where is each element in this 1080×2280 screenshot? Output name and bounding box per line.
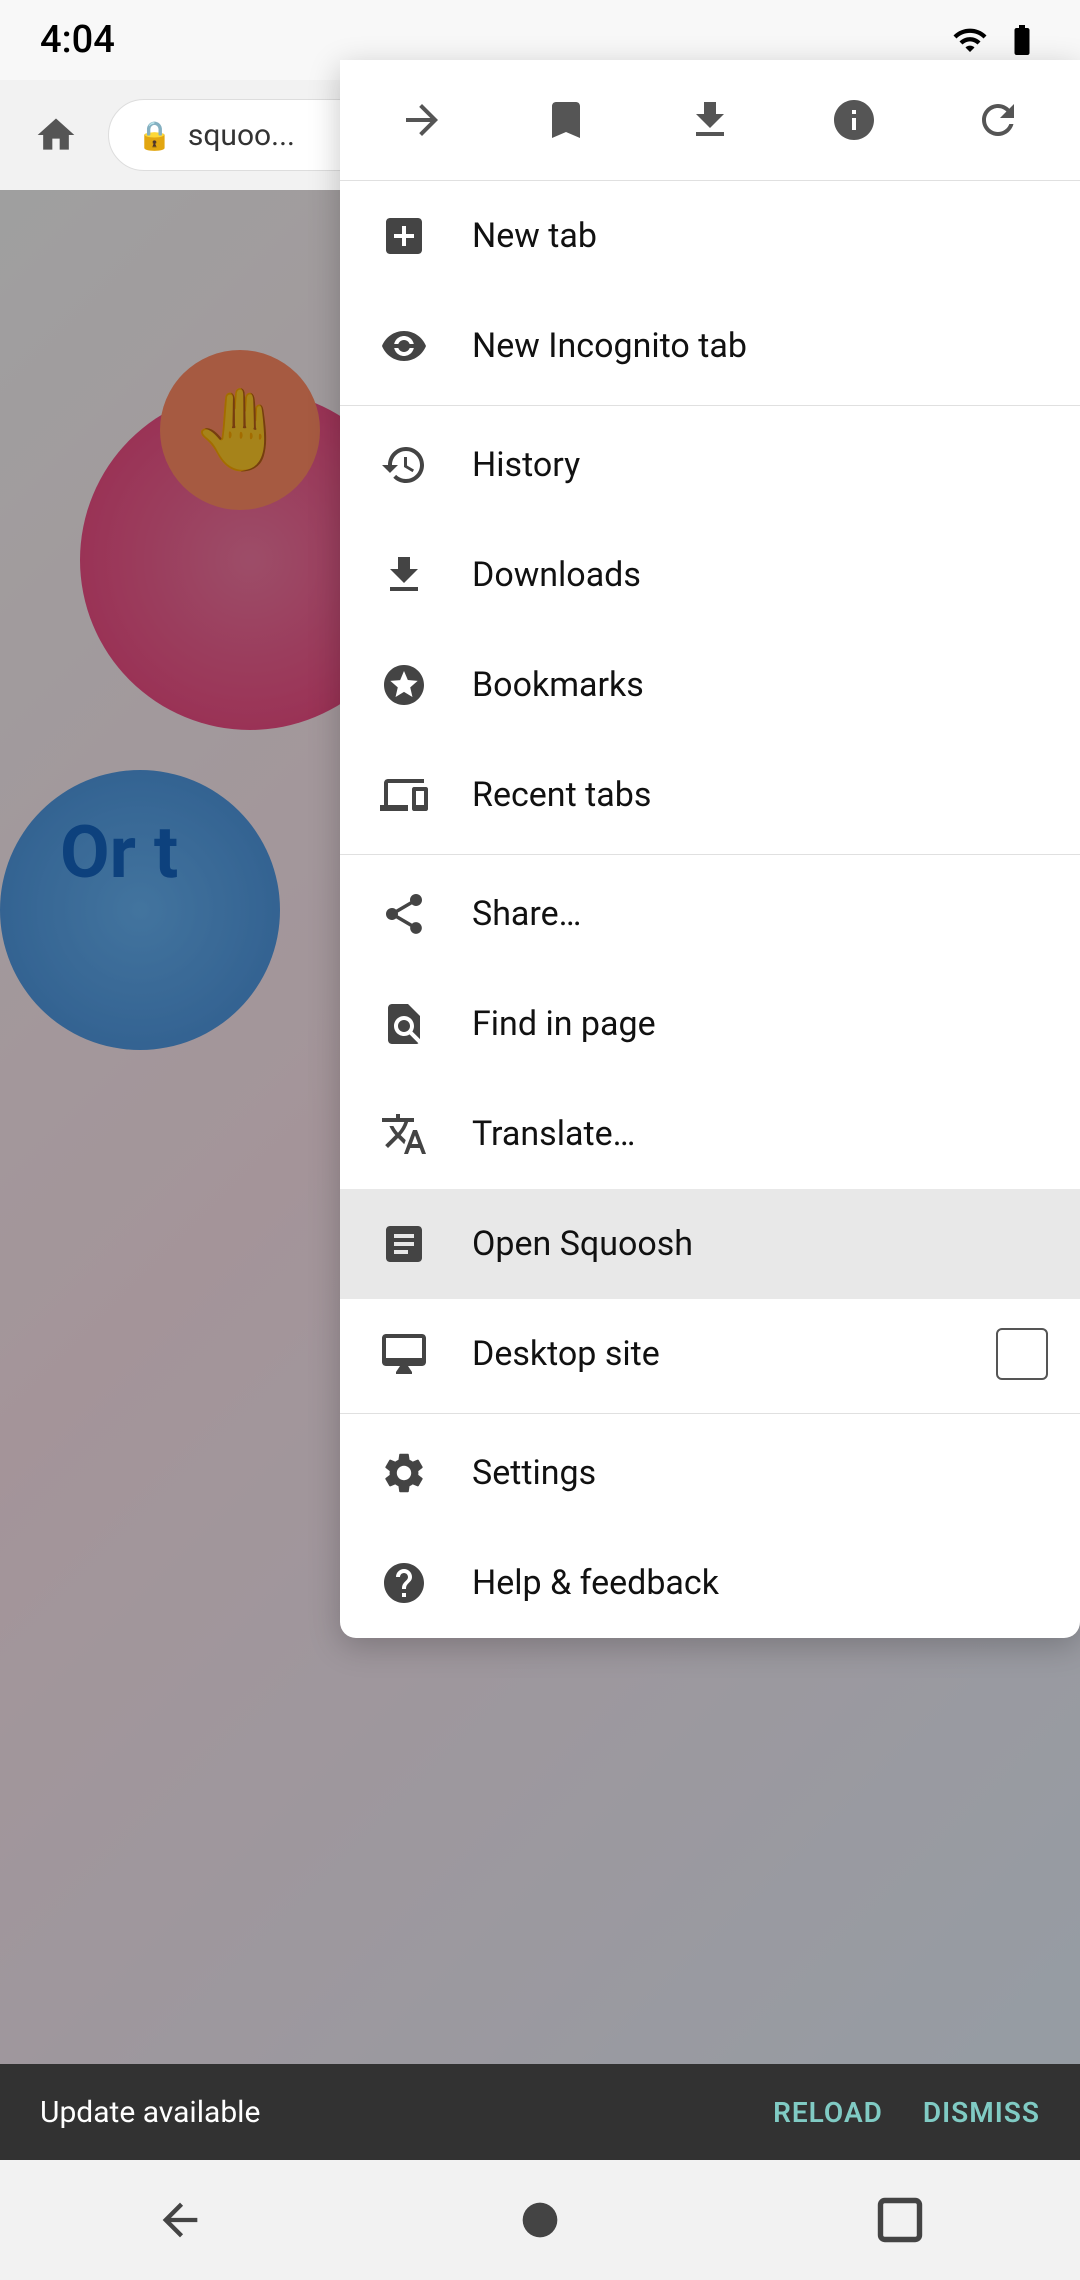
menu-item-downloads[interactable]: Downloads	[340, 520, 1080, 630]
forward-button[interactable]	[382, 80, 462, 160]
status-icons	[952, 22, 1040, 58]
menu-item-bookmarks[interactable]: Bookmarks	[340, 630, 1080, 740]
menu-item-settings[interactable]: Settings	[340, 1418, 1080, 1528]
recent-tabs-icon	[372, 763, 436, 827]
menu-divider	[340, 405, 1080, 406]
menu-item-label-bookmarks: Bookmarks	[472, 665, 1048, 705]
back-nav-button[interactable]	[140, 2180, 220, 2260]
update-message: Update available	[40, 2095, 260, 2130]
menu-item-label-downloads: Downloads	[472, 555, 1048, 595]
dropdown-toolbar	[340, 60, 1080, 181]
reload-button[interactable]: RELOAD	[773, 2096, 883, 2129]
find-in-page-icon	[372, 992, 436, 1056]
help-feedback-icon	[372, 1551, 436, 1615]
menu-item-new-tab[interactable]: New tab	[340, 181, 1080, 291]
settings-icon	[372, 1441, 436, 1505]
download-button[interactable]	[670, 80, 750, 160]
menu-item-label-new-tab: New tab	[472, 216, 1048, 256]
lock-icon: 🔒	[137, 119, 172, 152]
battery-icon	[1004, 22, 1040, 58]
signal-icon	[952, 22, 988, 58]
menu-item-label-history: History	[472, 445, 1048, 485]
menu-items-container: New tab New Incognito tab History Download…	[340, 181, 1080, 1638]
menu-item-share[interactable]: Share…	[340, 859, 1080, 969]
share-icon	[372, 882, 436, 946]
menu-item-label-desktop-site: Desktop site	[472, 1334, 996, 1374]
desktop-site-icon	[372, 1322, 436, 1386]
menu-item-label-new-incognito-tab: New Incognito tab	[472, 326, 1048, 366]
menu-item-open-squoosh[interactable]: Open Squoosh	[340, 1189, 1080, 1299]
nav-bar	[0, 2160, 1080, 2280]
menu-item-label-share: Share…	[472, 894, 1048, 934]
home-nav-button[interactable]	[500, 2180, 580, 2260]
home-button[interactable]	[20, 99, 92, 171]
desktop-site-checkbox[interactable]	[996, 1328, 1048, 1380]
info-button[interactable]	[814, 80, 894, 160]
menu-item-new-incognito-tab[interactable]: New Incognito tab	[340, 291, 1080, 401]
menu-divider	[340, 1413, 1080, 1414]
update-bar: Update available RELOAD DISMISS	[0, 2064, 1080, 2160]
dropdown-menu: New tab New Incognito tab History Download…	[340, 60, 1080, 1638]
open-squoosh-icon	[372, 1212, 436, 1276]
menu-item-desktop-site[interactable]: Desktop site	[340, 1299, 1080, 1409]
downloads-icon	[372, 543, 436, 607]
menu-item-label-recent-tabs: Recent tabs	[472, 775, 1048, 815]
menu-item-history[interactable]: History	[340, 410, 1080, 520]
menu-item-label-help-feedback: Help & feedback	[472, 1563, 1048, 1603]
status-time: 4:04	[40, 18, 115, 62]
dismiss-button[interactable]: DISMISS	[923, 2096, 1040, 2129]
menu-item-find-in-page[interactable]: Find in page	[340, 969, 1080, 1079]
recents-nav-button[interactable]	[860, 2180, 940, 2260]
menu-item-recent-tabs[interactable]: Recent tabs	[340, 740, 1080, 850]
menu-divider	[340, 854, 1080, 855]
refresh-button[interactable]	[958, 80, 1038, 160]
menu-item-translate[interactable]: Translate…	[340, 1079, 1080, 1189]
incognito-icon	[372, 314, 436, 378]
menu-item-label-settings: Settings	[472, 1453, 1048, 1493]
translate-icon	[372, 1102, 436, 1166]
menu-item-label-open-squoosh: Open Squoosh	[472, 1224, 1048, 1264]
update-actions: RELOAD DISMISS	[773, 2096, 1040, 2129]
menu-item-help-feedback[interactable]: Help & feedback	[340, 1528, 1080, 1638]
menu-item-label-find-in-page: Find in page	[472, 1004, 1048, 1044]
menu-item-label-translate: Translate…	[472, 1114, 1048, 1154]
bookmark-button[interactable]	[526, 80, 606, 160]
new-tab-icon	[372, 204, 436, 268]
bookmarks-icon	[372, 653, 436, 717]
history-icon	[372, 433, 436, 497]
